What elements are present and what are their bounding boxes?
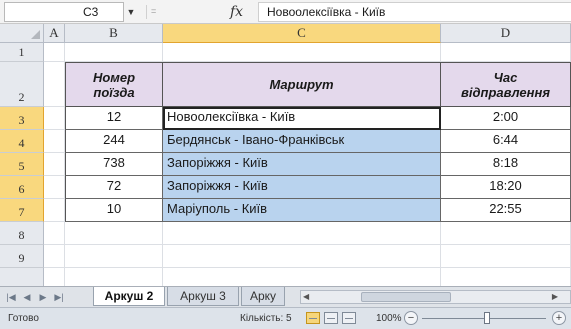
- column-header-b[interactable]: B: [65, 24, 163, 43]
- row-header-9[interactable]: 9: [0, 245, 44, 268]
- cell-b9[interactable]: [65, 245, 163, 268]
- cell-route[interactable]: Маріуполь - Київ: [163, 199, 441, 222]
- spreadsheet-grid: A B C D 1 2 3 4 5 6 7 8 9 Номер поїзда М…: [0, 24, 571, 286]
- cell-departure-time[interactable]: 6:44: [441, 130, 571, 153]
- row-number: 4: [18, 136, 25, 150]
- row-header-5[interactable]: 5: [0, 153, 44, 176]
- status-ready: Готово: [8, 313, 39, 324]
- scrollbar-thumb[interactable]: [361, 292, 451, 302]
- cell-d8[interactable]: [441, 222, 571, 245]
- header-route[interactable]: Маршрут: [163, 62, 441, 107]
- header-departure-time[interactable]: Час відправлення: [441, 62, 571, 107]
- row-number: 6: [18, 182, 25, 196]
- header-departure-time-line2: відправлення: [461, 84, 550, 100]
- cell-train-number[interactable]: 244: [65, 130, 163, 153]
- sheet-tab-partial[interactable]: Арку: [241, 287, 285, 306]
- cell-route[interactable]: Запоріжжя - Київ: [163, 153, 441, 176]
- formula-input[interactable]: Новоолексіївка - Київ: [258, 2, 571, 22]
- cell-a1[interactable]: [44, 43, 65, 62]
- header-train-number-line2: поїзда: [93, 84, 135, 100]
- sheet-tab-arkush-2[interactable]: Аркуш 2: [93, 287, 165, 306]
- cell-route-active[interactable]: Новоолексіївка - Київ: [163, 107, 441, 130]
- row-header-6[interactable]: 6: [0, 176, 44, 199]
- scroll-left-icon[interactable]: ◀: [303, 291, 309, 303]
- cell-departure-time[interactable]: 2:00: [441, 107, 571, 130]
- row-header-4[interactable]: 4: [0, 130, 44, 153]
- cell-a9[interactable]: [44, 245, 65, 268]
- row-number: 8: [18, 228, 25, 242]
- cell-c10[interactable]: [163, 268, 441, 286]
- cell-departure-time[interactable]: 8:18: [441, 153, 571, 176]
- formula-bar: C3 ▼ = fx Новоолексіївка - Київ: [0, 0, 571, 24]
- fx-icon[interactable]: fx: [230, 2, 252, 22]
- scroll-right-icon[interactable]: ▶: [552, 291, 558, 303]
- cell-a10[interactable]: [44, 268, 65, 286]
- cell-route[interactable]: Запоріжжя - Київ: [163, 176, 441, 199]
- cell-b10[interactable]: [65, 268, 163, 286]
- cell-route[interactable]: Бердянськ - Івано-Франківськ: [163, 130, 441, 153]
- cell-b8[interactable]: [65, 222, 163, 245]
- row-header-8[interactable]: 8: [0, 222, 44, 245]
- sheet-tab-arkush-3[interactable]: Аркуш 3: [167, 287, 239, 306]
- cell-c1[interactable]: [163, 43, 441, 62]
- status-bar: Готово Кількість: 5 100% − +: [0, 307, 571, 329]
- next-sheet-icon[interactable]: ▶: [36, 290, 50, 304]
- header-departure-time-line1: Час: [493, 69, 518, 85]
- formula-bar-separator: =: [146, 5, 162, 19]
- cell-a4[interactable]: [44, 130, 65, 153]
- status-count: Кількість: 5: [240, 313, 292, 324]
- zoom-out-icon[interactable]: −: [404, 311, 418, 325]
- chevron-down-icon[interactable]: ▼: [124, 3, 138, 21]
- cell-d1[interactable]: [441, 43, 571, 62]
- last-sheet-icon[interactable]: ▶|: [52, 290, 66, 304]
- row-number: 5: [18, 159, 25, 173]
- header-train-number[interactable]: Номер поїзда: [65, 62, 163, 107]
- cell-b1[interactable]: [65, 43, 163, 62]
- cell-d9[interactable]: [441, 245, 571, 268]
- cell-departure-time[interactable]: 18:20: [441, 176, 571, 199]
- cell-a2[interactable]: [44, 62, 65, 107]
- cell-c9[interactable]: [163, 245, 441, 268]
- cell-departure-time[interactable]: 22:55: [441, 199, 571, 222]
- page-break-view-icon[interactable]: [342, 312, 356, 324]
- first-sheet-icon[interactable]: |◀: [4, 290, 18, 304]
- row-header-2[interactable]: 2: [0, 62, 44, 107]
- cell-train-number[interactable]: 12: [65, 107, 163, 130]
- row-header-10[interactable]: [0, 268, 44, 286]
- row-number: 1: [18, 45, 25, 59]
- select-all-button[interactable]: [0, 24, 44, 43]
- row-header-7[interactable]: 7: [0, 199, 44, 222]
- cell-a5[interactable]: [44, 153, 65, 176]
- sheet-tabs-bar: |◀ ◀ ▶ ▶| Аркуш 2 Аркуш 3 Арку ◀ ▶: [0, 286, 571, 307]
- cell-a3[interactable]: [44, 107, 65, 130]
- zoom-slider-thumb[interactable]: [484, 312, 490, 324]
- column-header-a[interactable]: A: [44, 24, 65, 43]
- cell-a8[interactable]: [44, 222, 65, 245]
- header-route-label: Маршрут: [269, 77, 334, 92]
- prev-sheet-icon[interactable]: ◀: [20, 290, 34, 304]
- cell-train-number[interactable]: 72: [65, 176, 163, 199]
- cell-a7[interactable]: [44, 199, 65, 222]
- normal-view-icon[interactable]: [306, 312, 320, 324]
- zoom-level[interactable]: 100%: [376, 313, 402, 324]
- row-number: 9: [18, 251, 25, 265]
- row-number: 7: [18, 205, 25, 219]
- cell-train-number[interactable]: 738: [65, 153, 163, 176]
- zoom-in-icon[interactable]: +: [552, 311, 566, 325]
- name-box[interactable]: C3: [4, 2, 124, 22]
- header-train-number-line1: Номер: [92, 69, 136, 85]
- cell-train-number[interactable]: 10: [65, 199, 163, 222]
- select-all-icon: [31, 30, 40, 39]
- row-header-3[interactable]: 3: [0, 107, 44, 130]
- column-header-d[interactable]: D: [441, 24, 571, 43]
- row-number: 2: [18, 90, 25, 104]
- cell-c8[interactable]: [163, 222, 441, 245]
- column-header-c[interactable]: C: [163, 24, 441, 43]
- cell-d10[interactable]: [441, 268, 571, 286]
- cell-a6[interactable]: [44, 176, 65, 199]
- row-header-1[interactable]: 1: [0, 43, 44, 62]
- page-layout-view-icon[interactable]: [324, 312, 338, 324]
- horizontal-scrollbar[interactable]: ◀ ▶: [300, 290, 571, 304]
- row-number: 3: [18, 113, 25, 127]
